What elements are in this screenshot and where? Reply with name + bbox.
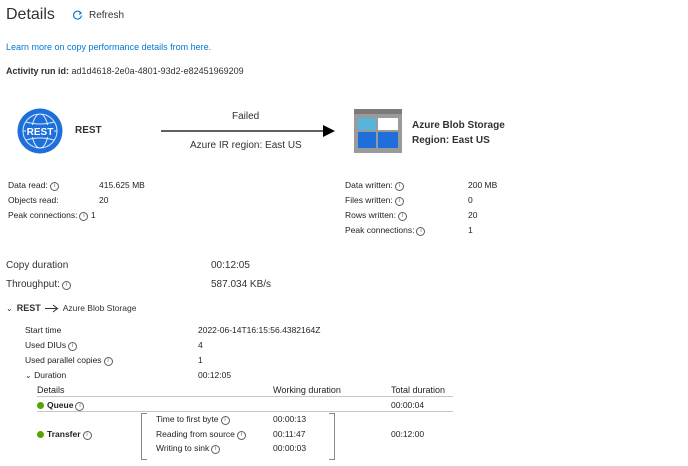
data-written-value: 200 MB [468, 180, 498, 190]
data-read-label: Data read: i [8, 180, 59, 191]
arrow-right-icon [44, 304, 59, 312]
queue-total: 00:00:04 [391, 400, 425, 410]
duration-value: 00:12:05 [198, 370, 232, 380]
throughput-value: 587.034 KB/s [211, 279, 272, 290]
col-total-duration: Total duration [391, 385, 446, 395]
table-header-divider [37, 396, 453, 397]
throughput-label: Throughput: i [6, 279, 71, 290]
info-icon[interactable]: i [211, 445, 221, 454]
info-icon[interactable]: i [236, 431, 246, 440]
rows-written-label: Rows written: i [345, 210, 408, 221]
learn-more-link[interactable]: Learn more on copy performance details f… [6, 42, 211, 52]
info-icon[interactable]: i [75, 402, 85, 411]
info-icon[interactable]: i [61, 281, 71, 290]
info-icon[interactable]: i [398, 212, 408, 221]
page-title: Details [6, 6, 55, 23]
refresh-button[interactable]: Refresh [72, 10, 124, 21]
ir-region: Azure IR region: East US [190, 140, 302, 151]
transfer-total: 00:12:00 [391, 429, 425, 439]
info-icon[interactable]: i [49, 182, 59, 191]
info-icon[interactable]: i [220, 416, 230, 425]
rows-written-value: 20 [468, 210, 478, 220]
info-icon[interactable]: i [82, 431, 92, 440]
transfer-bracket-right [329, 413, 335, 460]
used-dius-label: Used DIUs i [25, 340, 78, 351]
time-to-first-byte-label: Time to first byte i [156, 414, 230, 425]
refresh-label: Refresh [89, 10, 125, 21]
source-name: REST [75, 125, 102, 136]
start-time-value: 2022-06-14T16:15:56.4382164Z [198, 325, 321, 335]
reading-from-source-value: 00:11:47 [273, 429, 306, 439]
queue-row-label: Queue i [37, 400, 85, 411]
duration-toggle[interactable]: ⌄ Duration [25, 370, 66, 380]
data-written-label: Data written: i [345, 180, 404, 191]
objects-read-label: Objects read: [8, 195, 59, 205]
source-peak-connections-label: Peak connections: i 1 [8, 210, 96, 221]
sink-peak-connections-label: Peak connections: i [345, 225, 426, 236]
sink-name: Azure Blob Storage [412, 120, 505, 131]
transfer-row-label: Transfer i [37, 429, 92, 440]
reading-from-source-label: Reading from source i [156, 429, 246, 440]
col-details: Details [37, 385, 65, 395]
success-status-icon [37, 402, 44, 409]
data-read-value: 415.625 MB [99, 180, 145, 190]
success-status-icon [37, 431, 44, 438]
source-peak-connections-value: 1 [90, 210, 96, 220]
info-icon[interactable]: i [103, 357, 113, 366]
transfer-bracket-left [141, 413, 147, 460]
sink-info: Azure Blob Storage Region: East US [412, 118, 505, 148]
objects-read-value: 20 [99, 195, 109, 205]
copy-duration-label: Copy duration [6, 260, 69, 271]
section-source: REST [16, 303, 41, 313]
activity-run-id-value: ad1d4618-2e0a-4801-93d2-e82451969209 [71, 66, 244, 76]
rest-badge: REST [27, 127, 54, 138]
used-dius-value: 4 [198, 340, 203, 350]
activity-run-id: Activity run id: ad1d4618-2e0a-4801-93d2… [6, 66, 244, 76]
col-working-duration: Working duration [273, 385, 341, 395]
chevron-down-icon: ⌄ [6, 303, 13, 313]
refresh-icon [73, 10, 83, 20]
flow-arrow [161, 125, 335, 137]
files-written-value: 0 [468, 195, 473, 205]
info-icon[interactable]: i [68, 342, 78, 351]
copy-duration-value: 00:12:05 [211, 260, 250, 271]
table-row-divider [37, 411, 453, 412]
run-status: Failed [232, 111, 260, 122]
sink-peak-connections-value: 1 [468, 225, 473, 235]
sink-region: Region: East US [412, 135, 490, 146]
parallel-copies-label: Used parallel copies i [25, 355, 113, 366]
chevron-down-icon: ⌄ [25, 371, 32, 380]
blob-storage-icon [354, 109, 402, 153]
start-time-label: Start time [25, 325, 62, 335]
writing-to-sink-value: 00:00:03 [273, 443, 307, 453]
info-icon[interactable]: i [394, 197, 404, 206]
rest-to-blob-section-toggle[interactable]: ⌄ REST Azure Blob Storage [6, 303, 136, 313]
writing-to-sink-label: Writing to sink i [156, 443, 221, 454]
parallel-copies-value: 1 [198, 355, 203, 365]
info-icon[interactable]: i [394, 182, 404, 191]
rest-source-icon: REST [17, 108, 63, 154]
activity-run-id-label: Activity run id: [6, 66, 70, 76]
info-icon[interactable]: i [416, 227, 426, 236]
section-sink: Azure Blob Storage [62, 303, 137, 313]
info-icon[interactable]: i [79, 212, 89, 221]
files-written-label: Files written: i [345, 195, 404, 206]
time-to-first-byte-value: 00:00:13 [273, 414, 307, 424]
